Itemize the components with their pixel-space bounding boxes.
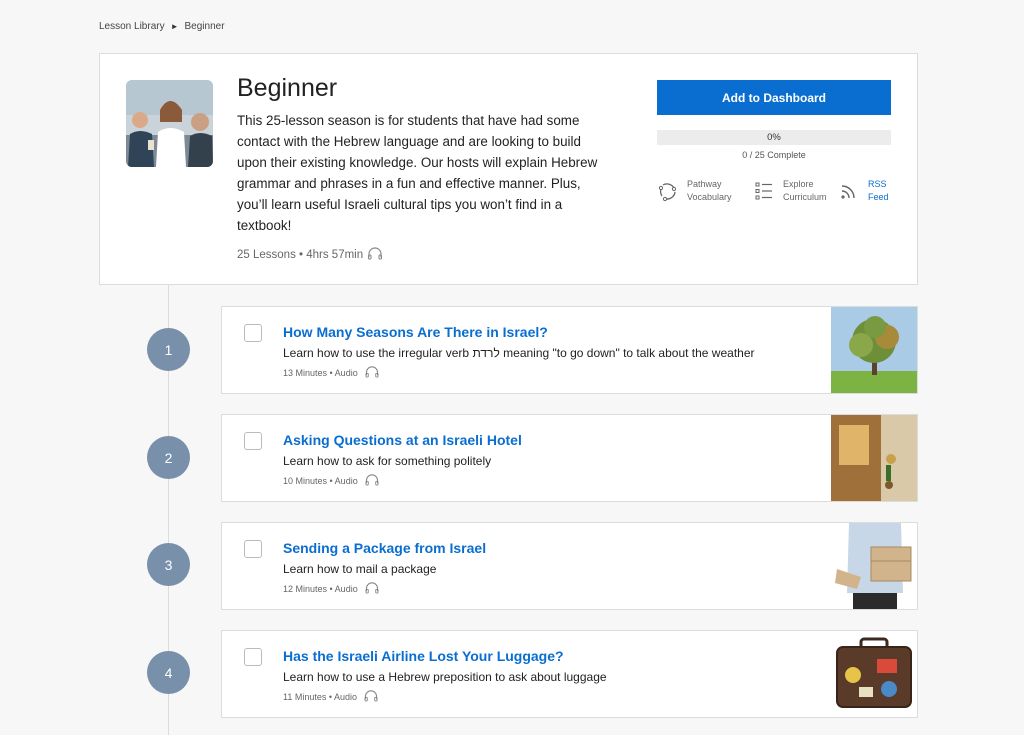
explore-curriculum-link[interactable]: Explore Curriculum	[753, 178, 827, 204]
lesson-checkbox[interactable]	[244, 648, 262, 666]
season-card: Beginner This 25-lesson season is for st…	[99, 53, 918, 285]
lesson-title-link[interactable]: How Many Seasons Are There in Israel?	[283, 324, 548, 340]
progress-bar: 0%	[657, 130, 891, 145]
season-meta: 25 Lessons • 4hrs 57min	[237, 246, 383, 263]
progress-percent: 0%	[767, 132, 781, 143]
package-image	[831, 523, 917, 609]
lesson-card[interactable]: Sending a Package from Israel Learn how …	[221, 522, 918, 610]
rss-feed-link[interactable]: RSS Feed	[838, 178, 889, 204]
lesson-meta-text: 13 Minutes • Audio	[283, 367, 358, 378]
pathway-vocabulary-link[interactable]: Pathway Vocabulary	[657, 178, 732, 204]
lesson-checkbox[interactable]	[244, 540, 262, 558]
lesson-card[interactable]: Has the Israeli Airline Lost Your Luggag…	[221, 630, 918, 718]
breadcrumb-current: Beginner	[184, 21, 225, 32]
lesson-card[interactable]: Asking Questions at an Israeli Hotel Lea…	[221, 414, 918, 502]
progress-complete-text: 0 / 25 Complete	[742, 150, 806, 160]
lesson-meta-text: 12 Minutes • Audio	[283, 583, 358, 594]
lesson-number-badge: 2	[147, 436, 190, 479]
lesson-number-badge: 4	[147, 651, 190, 694]
season-meta-text: 25 Lessons • 4hrs 57min	[237, 248, 364, 261]
breadcrumb: Lesson Library ► Beginner	[99, 21, 225, 32]
explore-label-line1: Explore	[783, 179, 814, 189]
breadcrumb-separator-icon: ►	[170, 22, 179, 31]
headphones-icon	[364, 581, 380, 596]
lesson-checkbox[interactable]	[244, 324, 262, 342]
suitcase-image	[831, 631, 917, 717]
lesson-title-link[interactable]: Sending a Package from Israel	[283, 540, 486, 556]
list-icon	[753, 180, 775, 202]
headphones-icon	[363, 689, 379, 704]
lesson-description: Learn how to mail a package	[283, 562, 437, 576]
lesson-description: Learn how to use the irregular verb לרדת…	[283, 346, 755, 360]
lesson-meta-text: 10 Minutes • Audio	[283, 475, 358, 486]
rss-icon	[838, 180, 860, 202]
season-title: Beginner	[237, 74, 338, 102]
season-description: This 25-lesson season is for students th…	[237, 113, 598, 233]
lesson-number-badge: 3	[147, 543, 190, 586]
hotel-key-image	[831, 415, 917, 501]
add-to-dashboard-button[interactable]: Add to Dashboard	[657, 80, 891, 115]
rss-label-line2: Feed	[868, 192, 889, 202]
rss-label-line1: RSS	[868, 179, 887, 189]
lesson-title-link[interactable]: Asking Questions at an Israeli Hotel	[283, 432, 522, 448]
lesson-meta: 10 Minutes • Audio	[283, 473, 380, 488]
pathway-label-line1: Pathway	[687, 179, 722, 189]
tree-image	[831, 307, 917, 393]
headphones-icon	[364, 473, 380, 488]
lesson-meta: 12 Minutes • Audio	[283, 581, 380, 596]
pathway-label-line2: Vocabulary	[687, 192, 732, 202]
lesson-checkbox[interactable]	[244, 432, 262, 450]
lesson-description: Learn how to use a Hebrew preposition to…	[283, 670, 607, 684]
lesson-description: Learn how to ask for something politely	[283, 454, 492, 468]
lesson-meta: 13 Minutes • Audio	[283, 365, 380, 380]
lesson-meta: 11 Minutes • Audio	[283, 689, 379, 704]
lesson-card[interactable]: How Many Seasons Are There in Israel? Le…	[221, 306, 918, 394]
lesson-meta-text: 11 Minutes • Audio	[283, 691, 358, 702]
explore-label-line2: Curriculum	[783, 192, 827, 202]
breadcrumb-lesson-library[interactable]: Lesson Library	[99, 21, 165, 32]
lesson-number-badge: 1	[147, 328, 190, 371]
pathway-icon	[657, 180, 679, 202]
headphones-icon	[367, 246, 383, 263]
lesson-title-link[interactable]: Has the Israeli Airline Lost Your Luggag…	[283, 648, 564, 664]
season-thumbnail-image	[126, 80, 213, 167]
headphones-icon	[364, 365, 380, 380]
